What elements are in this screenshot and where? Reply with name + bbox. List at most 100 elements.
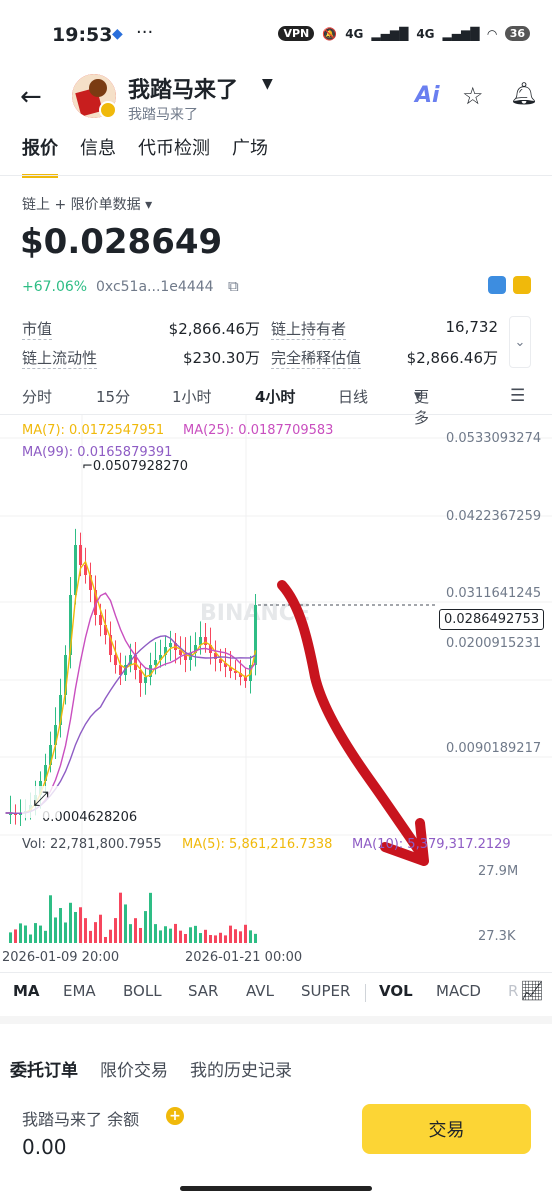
tab-history[interactable]: 我的历史记录: [190, 1056, 292, 1081]
signal-4g-1: 4G: [345, 26, 364, 41]
signal-4g-2: 4G: [416, 26, 435, 41]
volume-bar: [194, 925, 197, 943]
status-bar: 19:53 ◆ ··· VPN 🔕 4G ▂▄▆█ 4G ▂▄▆█ ◠ 36: [0, 0, 552, 72]
volume-bar: [139, 927, 142, 943]
candle-body: [204, 637, 207, 645]
indicator-separator: [365, 984, 366, 1002]
candle-body: [114, 655, 117, 665]
volume-bar: [29, 934, 32, 943]
volume-bar: [189, 927, 192, 943]
copy-icon[interactable]: ⧉: [228, 277, 239, 295]
liquidity-value: $230.30万: [182, 349, 260, 367]
volume-bar: [129, 924, 132, 943]
indicator-vol[interactable]: VOL: [379, 982, 413, 1000]
volume-bar: [244, 924, 247, 943]
candle-body: [144, 677, 147, 683]
time-axis-1: 2026-01-09 20:00: [2, 950, 120, 965]
current-price: $0.028649: [20, 222, 223, 262]
add-balance-icon[interactable]: +: [166, 1107, 184, 1125]
price-chart[interactable]: BINANCE: [0, 415, 552, 975]
expand-stats-chevron-icon[interactable]: ⌄: [509, 316, 531, 368]
security-shield-icon[interactable]: [488, 276, 506, 294]
section-gap: [0, 1016, 552, 1024]
current-price-tag: 0.0286492753: [439, 609, 545, 630]
holders-label[interactable]: 链上持有者: [271, 318, 347, 340]
interval-timeline[interactable]: 分时: [22, 386, 52, 407]
dropdown-caret-icon[interactable]: ▼: [262, 76, 273, 92]
volume-bars: [9, 892, 257, 943]
interval-1h[interactable]: 1小时: [172, 386, 212, 407]
ma99-legend: MA(99): 0.0165879391: [22, 445, 173, 460]
trade-button[interactable]: 交易: [362, 1104, 531, 1154]
wifi-icon: ◠: [487, 26, 497, 41]
market-cap-label[interactable]: 市值: [22, 318, 53, 340]
volume-bar: [144, 911, 147, 943]
price-source-label: 链上 + 限价单数据: [22, 197, 141, 213]
interval-1d[interactable]: 日线: [338, 386, 368, 407]
indicator-ma[interactable]: MA: [13, 982, 40, 1000]
signal-bars-icon-2: ▂▄▆█: [442, 26, 480, 41]
volume-bar: [164, 926, 167, 943]
tab-open-orders[interactable]: 委托订单: [10, 1056, 78, 1081]
fdv-label[interactable]: 完全稀释估值: [271, 347, 362, 369]
tab-square[interactable]: 广场: [232, 134, 268, 178]
indicator-sar[interactable]: SAR: [188, 982, 218, 1000]
indicator-rsi[interactable]: R: [508, 982, 518, 1000]
indicator-boll[interactable]: BOLL: [123, 982, 162, 1000]
volume-bar: [114, 918, 117, 943]
price-source-select[interactable]: 链上 + 限价单数据 ▾: [22, 194, 152, 214]
volume-bar: [159, 930, 162, 943]
volume-bar: [249, 930, 252, 943]
volume-bar: [49, 895, 52, 943]
vpn-badge: VPN: [278, 26, 315, 41]
volume-bar: [69, 902, 72, 943]
red-arrow-drawing: [277, 580, 427, 860]
ma25-legend: MA(25): 0.0187709583: [183, 423, 334, 438]
volume-ma5-legend: MA(5): 5,861,216.7338: [182, 837, 333, 852]
indicator-avl[interactable]: AVL: [246, 982, 274, 1000]
volume-bar: [184, 933, 187, 943]
interval-15m[interactable]: 15分: [96, 386, 130, 407]
volume-bar: [34, 923, 37, 943]
ai-icon[interactable]: Ai: [415, 83, 440, 108]
indicator-ema[interactable]: EMA: [63, 982, 96, 1000]
volume-bar: [109, 929, 112, 943]
liquidity-label[interactable]: 链上流动性: [22, 347, 98, 369]
volume-bar: [99, 914, 102, 943]
candle-body: [74, 545, 77, 595]
tab-quote[interactable]: 报价: [22, 134, 58, 178]
candlesticks: [9, 528, 257, 827]
fullscreen-expand-icon[interactable]: ⤢: [22, 786, 60, 818]
volume-bar: [44, 930, 47, 943]
volume-axis-bottom: 27.3K: [478, 929, 516, 944]
tab-limit-trade[interactable]: 限价交易: [100, 1056, 168, 1081]
high-marker: ⌐0.0507928270: [82, 459, 189, 474]
volume-bar: [64, 922, 67, 943]
volume-bar: [169, 928, 172, 943]
indicator-super[interactable]: SUPER: [301, 982, 350, 1000]
bnb-chain-icon[interactable]: [513, 276, 531, 294]
volume-bar: [94, 922, 97, 943]
volume-bar: [254, 933, 257, 943]
token-title[interactable]: 我踏马来了: [128, 72, 238, 104]
back-arrow-icon[interactable]: ←: [20, 82, 42, 112]
status-indicators: VPN 🔕 4G ▂▄▆█ 4G ▂▄▆█ ◠ 36: [278, 26, 530, 41]
tab-token-check[interactable]: 代币检测: [138, 134, 210, 178]
home-indicator[interactable]: [180, 1186, 372, 1191]
volume-bar: [219, 932, 222, 943]
volume-bar: [209, 935, 212, 943]
volume-bar: [84, 918, 87, 943]
interval-4h[interactable]: 4小时: [255, 386, 295, 407]
mute-icon: 🔕: [322, 26, 338, 41]
star-favorite-icon[interactable]: ☆: [462, 82, 484, 110]
tab-info[interactable]: 信息: [80, 134, 116, 178]
balance-value: 0.00: [22, 1135, 67, 1159]
chart-settings-icon[interactable]: ☰: [510, 386, 525, 406]
indicator-chart-icon[interactable]: 📈︎: [520, 979, 545, 1002]
balance-label: 我踏马来了 余额: [22, 1110, 140, 1129]
interval-more[interactable]: 更多 ▾: [414, 386, 429, 427]
candle-body: [99, 615, 102, 625]
tabs-divider: [0, 175, 552, 176]
bell-notification-icon[interactable]: 🔔︎: [510, 82, 538, 107]
indicator-macd[interactable]: MACD: [436, 982, 481, 1000]
